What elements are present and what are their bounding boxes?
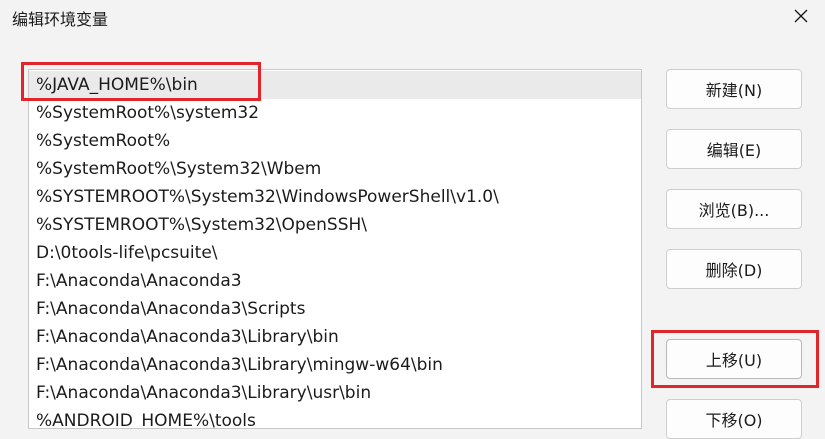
move-up-button[interactable]: 上移(U) [666,339,802,379]
close-button[interactable] [777,0,825,32]
path-list-item[interactable]: F:\Anaconda\Anaconda3 [29,267,641,295]
path-list-item[interactable]: F:\Anaconda\Anaconda3\Library\bin [29,323,641,351]
path-list-item[interactable]: %JAVA_HOME%\bin [29,71,641,99]
close-icon [794,9,808,23]
path-list-item[interactable]: F:\Anaconda\Anaconda3\Library\mingw-w64\… [29,351,641,379]
path-list-item[interactable]: %SystemRoot% [29,127,641,155]
path-list-item[interactable]: %SystemRoot%\System32\Wbem [29,155,641,183]
path-list-item[interactable]: %ANDROID_HOME%\tools [29,407,641,428]
path-list-item[interactable]: %SYSTEMROOT%\System32\OpenSSH\ [29,211,641,239]
new-button[interactable]: 新建(N) [666,69,802,109]
edit-button[interactable]: 编辑(E) [666,129,802,169]
path-list[interactable]: %JAVA_HOME%\bin %SystemRoot%\system32 %S… [28,69,642,429]
path-list-item[interactable]: F:\Anaconda\Anaconda3\Library\usr\bin [29,379,641,407]
delete-button[interactable]: 删除(D) [666,249,802,289]
path-list-item[interactable]: D:\0tools-life\pcsuite\ [29,239,641,267]
move-down-button[interactable]: 下移(O) [666,399,802,439]
title-bar: 编辑环境变量 [0,0,825,40]
browse-button[interactable]: 浏览(B)... [666,189,802,229]
window-title: 编辑环境变量 [12,10,109,29]
path-list-item[interactable]: %SYSTEMROOT%\System32\WindowsPowerShell\… [29,183,641,211]
path-list-item[interactable]: %SystemRoot%\system32 [29,99,641,127]
path-list-item[interactable]: F:\Anaconda\Anaconda3\Scripts [29,295,641,323]
